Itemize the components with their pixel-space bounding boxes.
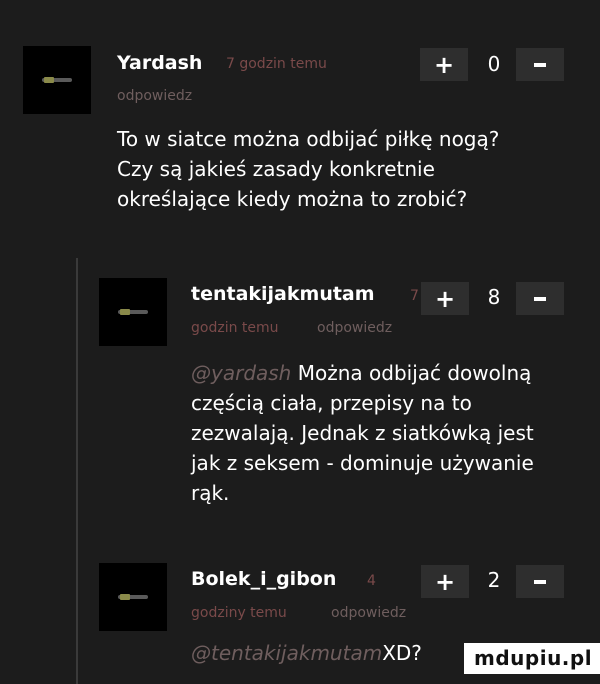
thread-line (76, 258, 78, 684)
comment-author[interactable]: Yardash (117, 52, 202, 74)
comment-line: jak z seksem - dominuje używanie (191, 451, 534, 475)
minus-icon (534, 62, 546, 67)
reply-link[interactable]: odpowiedz (117, 88, 192, 104)
minus-icon (534, 296, 546, 301)
reply-link[interactable]: odpowiedz (317, 320, 392, 336)
vote-count: 2 (487, 568, 501, 592)
comment-time-fragment: 7 (410, 288, 419, 304)
comment-time: godziny temu (191, 605, 287, 621)
plus-icon: + (434, 284, 456, 313)
comment-author[interactable]: Bolek_i_gibon (191, 568, 336, 590)
comment-line: częścią ciała, przepisy na to (191, 391, 472, 415)
mention-link[interactable]: @yardash (191, 361, 291, 385)
downvote-button[interactable] (516, 48, 564, 81)
avatar[interactable] (99, 278, 167, 346)
comment-line: zezwalają. Jednak z siatkówką jest (191, 421, 534, 445)
vote-count: 8 (487, 285, 501, 309)
comment-line: rąk. (191, 481, 230, 505)
comment-time: 7 godzin temu (226, 56, 327, 72)
comment-time: godzin temu (191, 320, 279, 336)
upvote-button[interactable]: + (420, 48, 468, 81)
avatar[interactable] (99, 563, 167, 631)
comment-line: @yardash Można odbijać dowolną (191, 361, 532, 385)
plus-icon: + (433, 50, 455, 79)
upvote-button[interactable]: + (421, 565, 469, 598)
minus-icon (534, 579, 546, 584)
comment-line: Czy są jakieś zasady konkretnie (117, 157, 435, 181)
comment-body: @yardash Można odbijać dowolną częścią c… (191, 358, 534, 508)
reply-link[interactable]: odpowiedz (331, 605, 406, 621)
comment-body: To w siatce można odbijać piłkę nogą? Cz… (117, 124, 499, 214)
downvote-button[interactable] (516, 282, 564, 315)
comment-body: @tentakijakmutamXD? (191, 641, 422, 665)
avatar[interactable] (23, 46, 91, 114)
comment-time-fragment: 4 (367, 573, 376, 589)
comment-line: określające kiedy można to zrobić? (117, 187, 468, 211)
downvote-button[interactable] (516, 565, 564, 598)
mention-link[interactable]: @tentakijakmutam (191, 641, 382, 665)
plus-icon: + (434, 567, 456, 596)
vote-count: 0 (487, 52, 501, 76)
upvote-button[interactable]: + (421, 282, 469, 315)
comment-author[interactable]: tentakijakmutam (191, 283, 375, 305)
site-watermark: mdupiu.pl (464, 643, 600, 674)
comment-line: To w siatce można odbijać piłkę nogą? (117, 127, 500, 151)
